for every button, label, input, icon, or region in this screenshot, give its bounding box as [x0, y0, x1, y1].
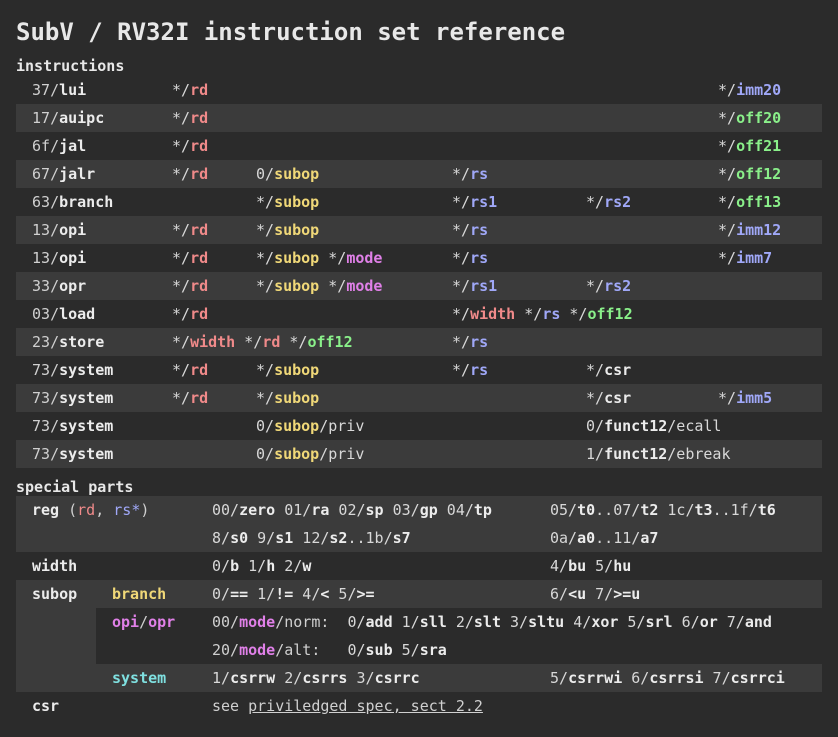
field-cL: */imm12 — [718, 221, 782, 239]
opcode-cell: 63/branch — [32, 193, 114, 211]
reg-line2-left: 8/s0 9/s1 12/s2..1b/s7 — [212, 529, 411, 547]
reg-line2-right: 0a/a0..11/a7 — [550, 529, 659, 547]
instruction-row: 13/opi */rd */subop */mode */rs */imm7 — [16, 244, 822, 272]
subop-branch-values-left: 0/== 1/!= 4/< 5/>= — [212, 585, 375, 603]
field-c3: */rs — [452, 361, 489, 379]
field-c4: 1/funct12/ebreak — [586, 445, 731, 463]
field-c2: */subop */mode — [256, 249, 383, 267]
opcode-cell: 37/lui — [32, 81, 87, 99]
width-label: width — [32, 557, 78, 575]
opcode-cell: 33/opr — [32, 277, 87, 295]
opcode-cell: 13/opi — [32, 221, 87, 239]
instruction-row: 17/auipc */rd */off20 — [16, 104, 822, 132]
instruction-row: 23/store */width */rd */off12 */rs — [16, 328, 822, 356]
field-cL: */imm5 — [718, 389, 773, 407]
opcode-cell: 73/system — [32, 361, 114, 379]
instruction-row: 73/system 0/subop/priv 1/funct12/ebreak — [16, 440, 822, 468]
instruction-row: 73/system 0/subop/priv 0/funct12/ecall — [16, 412, 822, 440]
instruction-row: 13/opi */rd */subop */rs */imm12 — [16, 216, 822, 244]
field-c2: 0/subop/priv — [256, 445, 365, 463]
subop-branch-values-right: 6/<u 7/>=u — [550, 585, 641, 603]
field-c2: */subop — [256, 361, 320, 379]
field-c2: */subop */mode — [256, 277, 383, 295]
field-cL: */imm20 — [718, 81, 782, 99]
instruction-row: 67/jalr */rd 0/subop */rs */off12 — [16, 160, 822, 188]
field-cL: */imm7 — [718, 249, 773, 267]
instruction-row: 33/opr */rd */subop */mode */rs1 */rs2 — [16, 272, 822, 300]
field-c3: */rs1 — [452, 277, 498, 295]
width-values-left: 0/b 1/h 2/w — [212, 557, 312, 575]
field-c4: 0/funct12/ecall — [586, 417, 722, 435]
subop-system-values-right: 5/csrrwi 6/csrrsi 7/csrrci — [550, 669, 785, 687]
field-c1: */rd — [172, 305, 209, 323]
subop-system-values-left: 1/csrrw 2/csrrs 3/csrrc — [212, 669, 420, 687]
field-cL: */off20 — [718, 109, 782, 127]
instruction-row: 63/branch */subop */rs1 */rs2 */off13 — [16, 188, 822, 216]
field-c1: */rd — [172, 361, 209, 379]
field-c4: */csr — [586, 361, 632, 379]
opcode-cell: 73/system — [32, 389, 114, 407]
field-c1: */rd — [172, 389, 209, 407]
field-c2: 0/subop — [256, 165, 320, 183]
field-c2: */subop — [256, 193, 320, 211]
opcode-cell: 13/opi — [32, 249, 87, 267]
reg-label: reg (rd, rs*) — [32, 501, 150, 519]
priviledged-spec-link[interactable]: priviledged spec, sect 2.2 — [248, 697, 483, 715]
field-c3: */rs — [452, 333, 489, 351]
subop-system-label: system — [112, 669, 167, 687]
field-c1: */rd — [172, 249, 209, 267]
field-c3: */rs — [452, 165, 489, 183]
reg-line1-right: 05/t0..07/t2 1c/t3..1f/t6 — [550, 501, 776, 519]
field-c4: */rs2 — [586, 277, 632, 295]
field-c4: */csr — [586, 389, 632, 407]
subop-label: subop — [32, 585, 78, 603]
field-cL: */off13 — [718, 193, 782, 211]
instruction-row: 03/load */rd */width */rs */off12 — [16, 300, 822, 328]
field-c1: */rd — [172, 165, 209, 183]
instruction-row: 6f/jal */rd */off21 — [16, 132, 822, 160]
reg-line1-left: 00/zero 01/ra 02/sp 03/gp 04/tp — [212, 501, 492, 519]
opcode-cell: 73/system — [32, 445, 114, 463]
opcode-cell: 6f/jal — [32, 137, 87, 155]
field-c4: */rs2 — [586, 193, 632, 211]
subop-branch-label: branch — [112, 585, 167, 603]
instruction-row: 73/system */rd */subop */rs */csr — [16, 356, 822, 384]
subop-label-background — [16, 608, 96, 664]
field-c3: */rs — [452, 249, 489, 267]
field-cL: */off12 — [718, 165, 782, 183]
field-c2: */subop — [256, 221, 320, 239]
field-c1: */width */rd */off12 — [172, 333, 353, 351]
opcode-cell: 23/store — [32, 333, 105, 351]
width-values-right: 4/bu 5/hu — [550, 557, 632, 575]
field-cL: */off21 — [718, 137, 782, 155]
page-title: SubV / RV32I instruction set reference — [16, 18, 566, 46]
field-c3: */rs — [452, 221, 489, 239]
csr-reference: see priviledged spec, sect 2.2 — [212, 697, 483, 715]
instruction-row: 37/lui */rd */imm20 — [16, 76, 822, 104]
opcode-cell: 17/auipc — [32, 109, 105, 127]
opcode-cell: 03/load — [32, 305, 96, 323]
csr-label: csr — [32, 697, 60, 715]
subop-opi-opr-label: opi/opr — [112, 613, 176, 631]
field-c1: */rd — [172, 277, 209, 295]
field-c3: */rs1 — [452, 193, 498, 211]
opcode-cell: 73/system — [32, 417, 114, 435]
field-c2: */subop — [256, 389, 320, 407]
field-c1: */rd — [172, 109, 209, 127]
field-c1: */rd — [172, 81, 209, 99]
section-heading-special-parts: special parts — [16, 478, 134, 496]
field-c1: */rd — [172, 137, 209, 155]
subop-opi-norm-line: 00/mode/norm: 0/add 1/sll 2/slt 3/sltu 4… — [212, 613, 772, 631]
opcode-cell: 67/jalr — [32, 165, 96, 183]
subop-opi-alt-line: 20/mode/alt: 0/sub 5/sra — [212, 641, 447, 659]
field-c2: 0/subop/priv — [256, 417, 365, 435]
field-c1: */rd — [172, 221, 209, 239]
section-heading-instructions: instructions — [16, 57, 125, 75]
field-c3: */width */rs */off12 — [452, 305, 633, 323]
instruction-row: 73/system */rd */subop */csr */imm5 — [16, 384, 822, 412]
